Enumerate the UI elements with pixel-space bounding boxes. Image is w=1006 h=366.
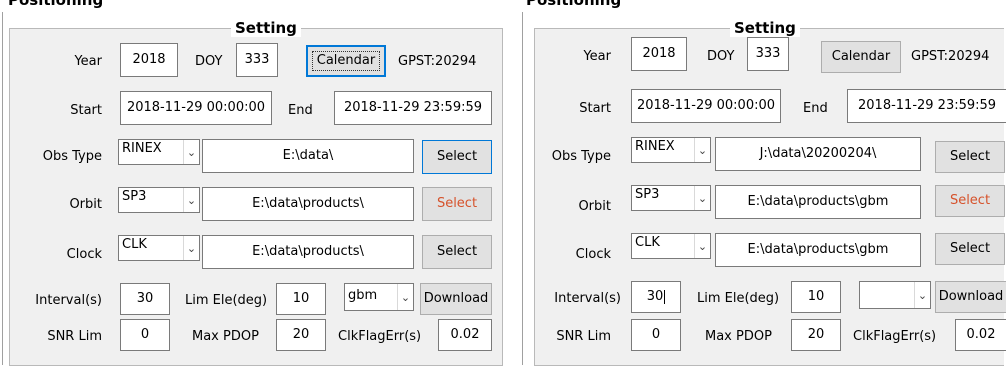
end-time-input[interactable]: 2018-11-29 23:59:59 <box>334 91 492 125</box>
clock-select[interactable]: CLK ⌄ <box>118 235 200 261</box>
lim-ele-label: Lim Ele(deg) <box>697 291 780 306</box>
orbit-select[interactable]: SP3 ⌄ <box>118 187 200 213</box>
obs-type-select[interactable]: RINEX ⌄ <box>118 139 200 165</box>
year-input[interactable]: 2018 <box>120 43 178 77</box>
clock-select-button[interactable]: Select <box>422 235 492 269</box>
obs-select-button[interactable]: Select <box>422 140 492 174</box>
interval-value: 30 <box>646 289 664 304</box>
end-time-input[interactable]: 2018-11-29 23:59:59 <box>847 89 1006 123</box>
start-label: Start <box>579 101 611 116</box>
start-time-input[interactable]: 2018-11-29 00:00:00 <box>631 89 781 123</box>
product-select[interactable]: gbm ⌄ <box>344 283 414 311</box>
clock-value: CLK <box>122 237 147 252</box>
obs-type-value: RINEX <box>122 141 162 156</box>
interval-input[interactable]: 30 <box>120 283 170 315</box>
chevron-down-icon: ⌄ <box>183 236 199 260</box>
setting-group: Setting Year 2018 DOY 333 Calendar GPST:… <box>9 20 503 366</box>
chevron-down-icon: ⌄ <box>914 282 930 308</box>
start-label: Start <box>70 103 102 118</box>
product-select[interactable]: ⌄ <box>859 281 931 309</box>
year-label: Year <box>74 54 102 69</box>
year-input[interactable]: 2018 <box>631 37 687 71</box>
end-label: End <box>803 101 828 116</box>
orbit-label: Orbit <box>578 199 611 214</box>
orbit-label: Orbit <box>69 197 102 212</box>
gpst-readout: GPST:20294 <box>398 54 477 69</box>
snr-lim-label: SNR Lim <box>556 329 611 344</box>
clock-path-input[interactable]: E:\data\products\gbm <box>715 233 921 267</box>
max-pdop-label: Max PDOP <box>705 329 772 344</box>
lim-ele-input[interactable]: 10 <box>276 283 326 315</box>
orbit-path-input[interactable]: E:\data\products\ <box>202 187 414 221</box>
group-title: Setting <box>231 20 301 37</box>
chevron-down-icon: ⌄ <box>183 188 199 212</box>
end-label: End <box>288 103 313 118</box>
orbit-path-input[interactable]: E:\data\products\gbm <box>715 185 921 219</box>
doy-input[interactable]: 333 <box>236 43 278 77</box>
product-value: gbm <box>348 288 378 303</box>
clock-label: Clock <box>575 247 611 262</box>
calendar-button[interactable]: Calendar <box>821 41 901 73</box>
clock-select-button[interactable]: Select <box>935 233 1005 265</box>
max-pdop-input[interactable]: 20 <box>276 319 326 351</box>
interval-input[interactable]: 30 <box>631 281 681 313</box>
download-button[interactable]: Download <box>420 283 492 315</box>
year-label: Year <box>583 49 611 64</box>
obs-type-label: Obs Type <box>42 149 102 164</box>
obs-path-input[interactable]: E:\data\ <box>202 139 414 173</box>
start-time-input[interactable]: 2018-11-29 00:00:00 <box>120 91 272 125</box>
chevron-down-icon: ⌄ <box>694 138 710 162</box>
lim-ele-label: Lim Ele(deg) <box>185 293 268 308</box>
settings-panel-right: Positioning Setting Year 2018 DOY 333 Ca… <box>520 0 1006 366</box>
clk-flag-input[interactable]: 0.02 <box>438 319 492 351</box>
snr-lim-label: SNR Lim <box>47 329 102 344</box>
download-button[interactable]: Download <box>935 281 1006 313</box>
calendar-button[interactable]: Calendar <box>306 45 386 77</box>
orbit-value: SP3 <box>122 189 147 204</box>
snr-lim-input[interactable]: 0 <box>631 319 681 351</box>
clock-path-input[interactable]: E:\data\products\ <box>202 235 414 269</box>
chevron-down-icon: ⌄ <box>397 284 413 310</box>
chevron-down-icon: ⌄ <box>694 234 710 258</box>
max-pdop-input[interactable]: 20 <box>791 319 841 351</box>
doy-label: DOY <box>195 54 223 69</box>
clock-value: CLK <box>635 235 660 250</box>
group-title: Setting <box>730 20 800 37</box>
obs-select-button[interactable]: Select <box>935 141 1005 173</box>
interval-label: Interval(s) <box>35 293 102 308</box>
obs-type-select[interactable]: RINEX ⌄ <box>631 137 711 163</box>
section-border <box>522 12 523 365</box>
obs-type-label: Obs Type <box>551 149 611 164</box>
clk-flag-label: ClkFlagErr(s) <box>853 329 937 344</box>
section-border <box>2 12 3 365</box>
section-title: Positioning <box>526 0 622 9</box>
obs-path-input[interactable]: J:\data\20200204\ <box>715 137 921 171</box>
text-caret <box>664 290 666 304</box>
clock-select[interactable]: CLK ⌄ <box>631 233 711 259</box>
setting-group: Setting Year 2018 DOY 333 Calendar GPST:… <box>534 20 1006 366</box>
orbit-select-button[interactable]: Select <box>422 187 492 221</box>
max-pdop-label: Max PDOP <box>192 329 259 344</box>
orbit-select[interactable]: SP3 ⌄ <box>631 185 711 211</box>
clock-label: Clock <box>66 247 102 262</box>
orbit-value: SP3 <box>635 187 660 202</box>
chevron-down-icon: ⌄ <box>694 186 710 210</box>
section-title: Positioning <box>8 0 104 9</box>
clk-flag-input[interactable]: 0.02 <box>955 319 1006 351</box>
obs-type-value: RINEX <box>635 139 675 154</box>
doy-input[interactable]: 333 <box>747 37 789 71</box>
settings-panel-left: Positioning Setting Year 2018 DOY 333 Ca… <box>0 0 512 366</box>
snr-lim-input[interactable]: 0 <box>120 319 170 351</box>
clk-flag-label: ClkFlagErr(s) <box>338 329 422 344</box>
calendar-button-label: Calendar <box>311 51 381 71</box>
lim-ele-input[interactable]: 10 <box>791 281 841 313</box>
orbit-select-button[interactable]: Select <box>935 185 1005 217</box>
gpst-readout: GPST:20294 <box>911 49 990 64</box>
interval-label: Interval(s) <box>554 291 621 306</box>
chevron-down-icon: ⌄ <box>183 140 199 164</box>
doy-label: DOY <box>707 49 735 64</box>
